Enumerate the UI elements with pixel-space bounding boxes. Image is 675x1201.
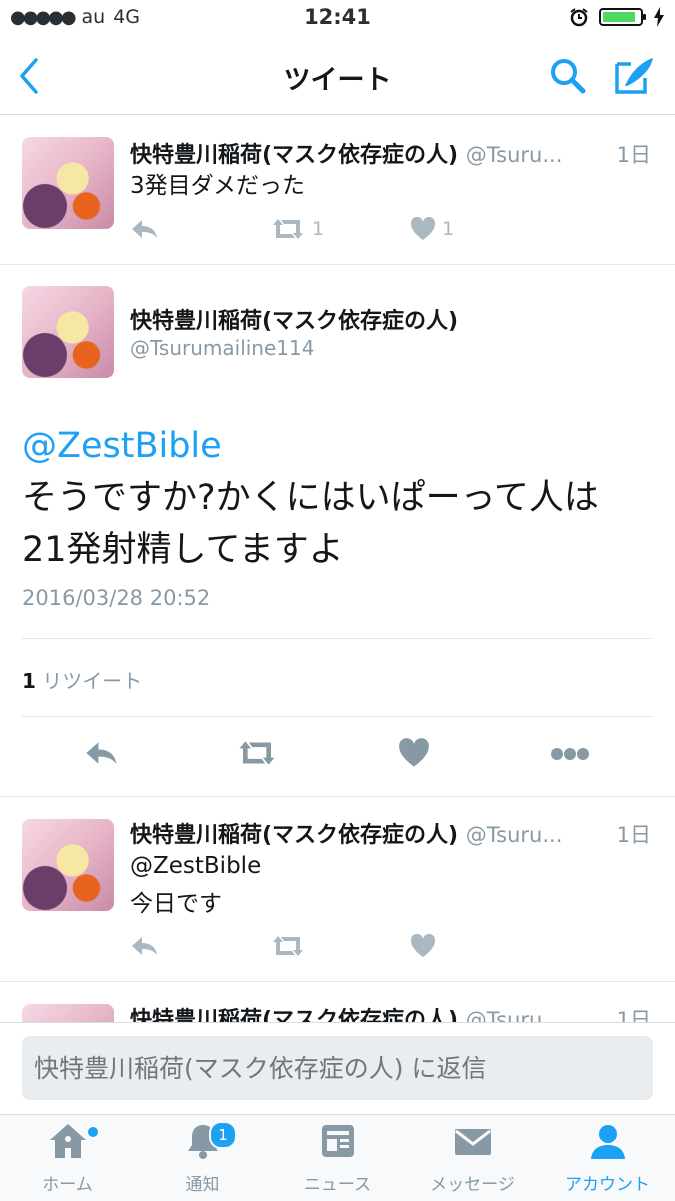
tweet-text-line: そうですか?かくにはいぱーって人は (22, 478, 599, 518)
like-count: 1 (442, 218, 455, 240)
like-button[interactable] (410, 934, 550, 958)
tweet-author-name[interactable]: 快特豊川稲荷(マスク依存症の人) (130, 1008, 458, 1022)
search-button[interactable] (548, 56, 588, 100)
tweet-text: 今日です (130, 891, 222, 917)
tweet-actions: 1 1 (130, 217, 550, 241)
tweet-author-handle: @Tsuru... (465, 143, 563, 167)
nav-bar: ツイート (0, 38, 675, 115)
more-dots-icon (551, 748, 589, 760)
tweet-item[interactable]: 快特豊川稲荷(マスク依存症の人) @Tsuru... 1日 (0, 982, 675, 1022)
tweet-author-name[interactable]: 快特豊川稲荷(マスク依存症の人) (130, 823, 458, 848)
tweet-timestamp: 2016/03/28 20:52 (22, 586, 211, 610)
avatar[interactable] (22, 819, 114, 911)
avatar[interactable] (22, 1004, 114, 1022)
retweet-icon (273, 219, 303, 239)
search-icon (551, 59, 586, 94)
avatar[interactable] (22, 137, 114, 229)
more-button[interactable] (550, 746, 590, 765)
tab-notifications[interactable]: 1 通知 (135, 1121, 270, 1195)
retweet-button[interactable] (236, 738, 278, 772)
mention-link[interactable]: @ZestBible (22, 420, 652, 472)
tab-news[interactable]: ニュース (270, 1121, 405, 1195)
tweet-time: 1日 (616, 1008, 651, 1022)
tweet-author-name[interactable]: 快特豊川稲荷(マスク依存症の人) (130, 143, 458, 168)
reply-button[interactable] (130, 934, 270, 958)
tweet-item[interactable]: 快特豊川稲荷(マスク依存症の人) @Tsuru... 1日 3発目ダメだった 1… (0, 115, 675, 265)
tab-label: ホーム (42, 1175, 93, 1195)
notification-badge: 1 (209, 1121, 237, 1149)
tweet-text: @ZestBible そうですか?かくにはいぱーって人は 21発射精してますよ (22, 420, 652, 576)
reply-icon (132, 937, 157, 955)
tweet-author-name[interactable]: 快特豊川稲荷(マスク依存症の人) (130, 303, 458, 335)
tweet-text-line: 21発射精してますよ (22, 530, 344, 570)
unread-dot (88, 1127, 98, 1137)
tweet-author-handle: @Tsuru... (465, 1008, 563, 1022)
avatar[interactable] (22, 286, 114, 378)
person-icon (590, 1125, 625, 1159)
tab-label: ニュース (303, 1175, 372, 1195)
retweet-stats[interactable]: 1 リツイート (22, 665, 142, 694)
battery-icon (599, 8, 646, 26)
heart-icon (410, 934, 436, 957)
envelope-icon (454, 1129, 491, 1155)
tweet-actions (130, 934, 550, 958)
tweet-author-handle[interactable]: @Tsurumailine114 (130, 336, 314, 360)
tab-label: 通知 (185, 1175, 220, 1195)
reply-input[interactable] (22, 1036, 653, 1100)
tab-label: メッセージ (430, 1175, 515, 1195)
tweet-detail-actions (0, 730, 675, 785)
divider (22, 638, 652, 639)
tweet-time: 1日 (616, 823, 651, 847)
tweet-author-handle: @Tsuru... (465, 823, 563, 847)
charging-icon (654, 7, 664, 27)
tweet-time: 1日 (616, 143, 651, 167)
retweet-icon (273, 936, 303, 956)
heart-icon (399, 738, 429, 767)
tab-label: アカウント (565, 1175, 650, 1195)
tab-bar: ホーム 1 通知 ニュース メッセージ アカウント (0, 1114, 675, 1201)
home-icon (49, 1124, 86, 1158)
mention-link[interactable]: @ZestBible (130, 847, 261, 885)
divider (22, 716, 652, 717)
tab-messages[interactable]: メッセージ (405, 1121, 540, 1195)
reply-button[interactable] (130, 217, 270, 241)
reply-icon (132, 220, 157, 238)
tab-account[interactable]: アカウント (540, 1121, 675, 1195)
retweet-count: 1 (312, 218, 325, 240)
heart-icon (410, 217, 436, 240)
news-icon (321, 1125, 354, 1157)
alarm-icon (570, 8, 588, 27)
tab-home[interactable]: ホーム (0, 1121, 135, 1195)
retweet-label: リツイート (42, 669, 143, 693)
tweet-item[interactable]: 快特豊川稲荷(マスク依存症の人) @Tsuru... 1日 @ZestBible… (0, 797, 675, 982)
tweet-text: 3発目ダメだった (130, 173, 305, 199)
retweet-icon (239, 741, 275, 765)
retweet-button[interactable] (270, 934, 410, 958)
compose-icon (615, 58, 653, 94)
status-bar: ●●●●● au 4G 12:41 (0, 0, 675, 38)
retweet-count: 1 (22, 669, 36, 693)
like-button[interactable]: 1 (410, 217, 550, 241)
reply-bar (0, 1022, 675, 1115)
like-button[interactable] (398, 738, 430, 772)
reply-icon (86, 742, 117, 764)
reply-button[interactable] (84, 738, 120, 772)
compose-tweet-button[interactable] (613, 56, 657, 100)
retweet-button[interactable]: 1 (270, 217, 410, 241)
